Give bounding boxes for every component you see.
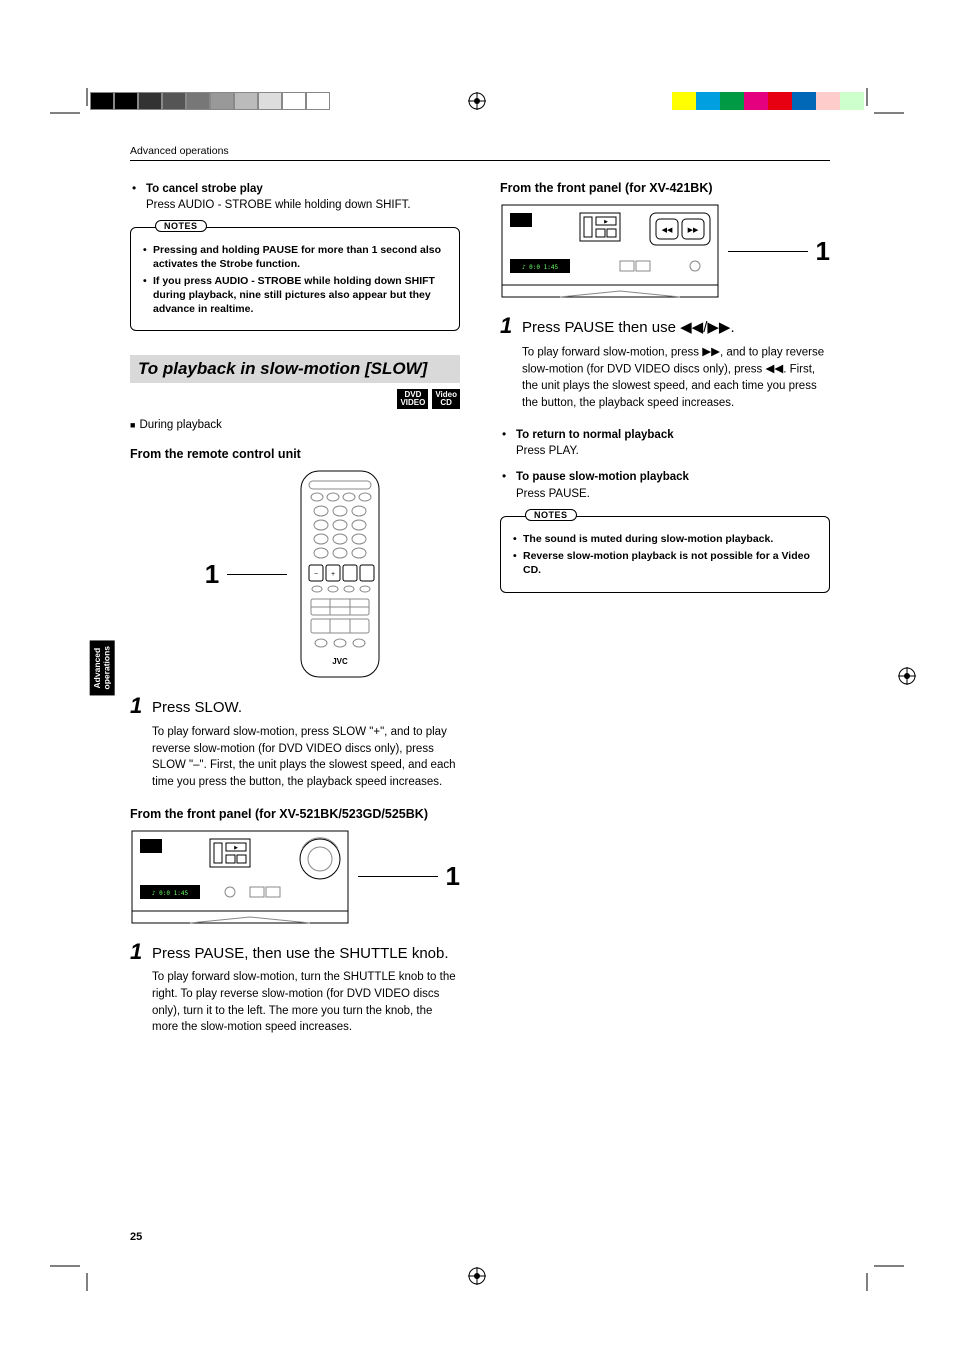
svg-text:▶: ▶ xyxy=(604,219,608,225)
page-content: Advanced operations To cancel strobe pla… xyxy=(130,145,830,1052)
remote-icon: − + JVC xyxy=(295,469,385,679)
remote-callout-1: 1 xyxy=(205,559,219,590)
svg-text:♪ 0:0 1:45: ♪ 0:0 1:45 xyxy=(152,890,189,897)
step1-title: Press SLOW. xyxy=(152,695,242,718)
svg-text:♪ 0:0 1:45: ♪ 0:0 1:45 xyxy=(522,264,559,271)
left-column: To cancel strobe play Press AUDIO - STRO… xyxy=(130,181,460,1052)
page-number: 25 xyxy=(130,1231,142,1243)
notes2-item-0: The sound is muted during slow-motion pl… xyxy=(523,533,819,547)
return-normal-title: To return to normal playback xyxy=(516,427,830,443)
color-bar-right xyxy=(672,92,864,110)
side-tab-line2: operations xyxy=(101,646,111,689)
return-normal-body: Press PLAY. xyxy=(516,443,830,459)
header-section-label: Advanced operations xyxy=(130,145,830,161)
badge-row: DVDVIDEO VideoCD xyxy=(130,389,460,409)
notes-box-2: NOTES The sound is muted during slow-mot… xyxy=(500,516,830,593)
notes-box-1: NOTES Pressing and holding PAUSE for mor… xyxy=(130,227,460,331)
notes1-item-1: If you press AUDIO - STROBE while holdin… xyxy=(153,275,449,316)
crop-mark-top-left xyxy=(50,88,88,114)
panel-421-figure: ▶ ◀◀ ▶▶ ♪ 0:0 1:45 1 xyxy=(500,203,830,299)
registration-mark-bottom xyxy=(468,1267,486,1285)
notes-label-1: NOTES xyxy=(155,220,207,232)
from-panel-421-heading: From the front panel (for XV-421BK) xyxy=(500,181,830,195)
notes-label-2: NOTES xyxy=(525,509,577,521)
svg-text:◀◀: ◀◀ xyxy=(662,227,673,234)
pause-slow-title: To pause slow-motion playback xyxy=(516,469,830,485)
crop-mark-bottom-right xyxy=(866,1265,904,1291)
svg-text:−: − xyxy=(314,571,318,578)
right-step1-suffix: . xyxy=(730,319,734,336)
remote-figure: 1 − + xyxy=(130,469,460,679)
cancel-strobe-title: To cancel strobe play xyxy=(146,181,460,197)
svg-text:▶: ▶ xyxy=(234,845,238,851)
step2-body: To play forward slow-motion, turn the SH… xyxy=(152,969,460,1036)
from-remote-heading: From the remote control unit xyxy=(130,447,460,461)
rewind-icon-inline: ◀◀ xyxy=(765,361,783,378)
notes2-item-1: Reverse slow-motion playback is not poss… xyxy=(523,550,819,577)
right-step1-body: To play forward slow-motion, press ▶▶, a… xyxy=(522,344,830,411)
color-bar-left xyxy=(90,92,330,110)
pause-slow-body: Press PAUSE. xyxy=(516,486,830,502)
right-step1-num: 1 xyxy=(500,315,516,338)
during-playback: During playback xyxy=(130,417,460,433)
fastforward-icon: ▶▶ xyxy=(707,318,730,338)
step1-body: To play forward slow-motion, press SLOW … xyxy=(152,724,460,791)
rewind-icon: ◀◀ xyxy=(680,318,703,338)
panel-421-callout: 1 xyxy=(816,236,830,267)
slow-section-title: To playback in slow-motion [SLOW] xyxy=(130,355,460,383)
svg-text:JVC: JVC xyxy=(332,657,348,666)
svg-text:▶▶: ▶▶ xyxy=(688,227,699,234)
right-step1-prefix: Press PAUSE then use xyxy=(522,319,680,336)
crop-mark-top-right xyxy=(866,88,904,114)
registration-mark-right xyxy=(898,667,916,685)
front-panel-421-icon: ▶ ◀◀ ▶▶ ♪ 0:0 1:45 xyxy=(500,203,720,299)
svg-text:+: + xyxy=(331,571,335,578)
fastforward-icon-inline: ▶▶ xyxy=(702,344,720,361)
badge-video-cd: VideoCD xyxy=(432,389,460,409)
right-step1-body-a: To play forward slow-motion, press xyxy=(522,346,702,358)
crop-mark-bottom-left xyxy=(50,1265,88,1291)
side-tab: Advanced operations xyxy=(90,640,115,695)
right-step1-title: Press PAUSE then use ◀◀/▶▶. xyxy=(522,315,735,338)
notes1-item-0: Pressing and holding PAUSE for more than… xyxy=(153,244,449,271)
cancel-strobe-body: Press AUDIO - STROBE while holding down … xyxy=(146,197,460,213)
step2-num: 1 xyxy=(130,941,146,964)
step1-num: 1 xyxy=(130,695,146,718)
front-panel-521-icon: ▶ ♪ 0:0 1:45 xyxy=(130,829,350,925)
registration-mark-top xyxy=(468,92,486,110)
right-column: From the front panel (for XV-421BK) ▶ xyxy=(500,181,830,1052)
from-panel-521-heading: From the front panel (for XV-521BK/523GD… xyxy=(130,807,460,821)
panel-521-figure: ▶ ♪ 0:0 1:45 1 xyxy=(130,829,460,925)
badge-dvd-video: DVDVIDEO xyxy=(397,389,428,409)
panel-521-callout: 1 xyxy=(446,861,460,892)
step2-title: Press PAUSE, then use the SHUTTLE knob. xyxy=(152,941,449,964)
